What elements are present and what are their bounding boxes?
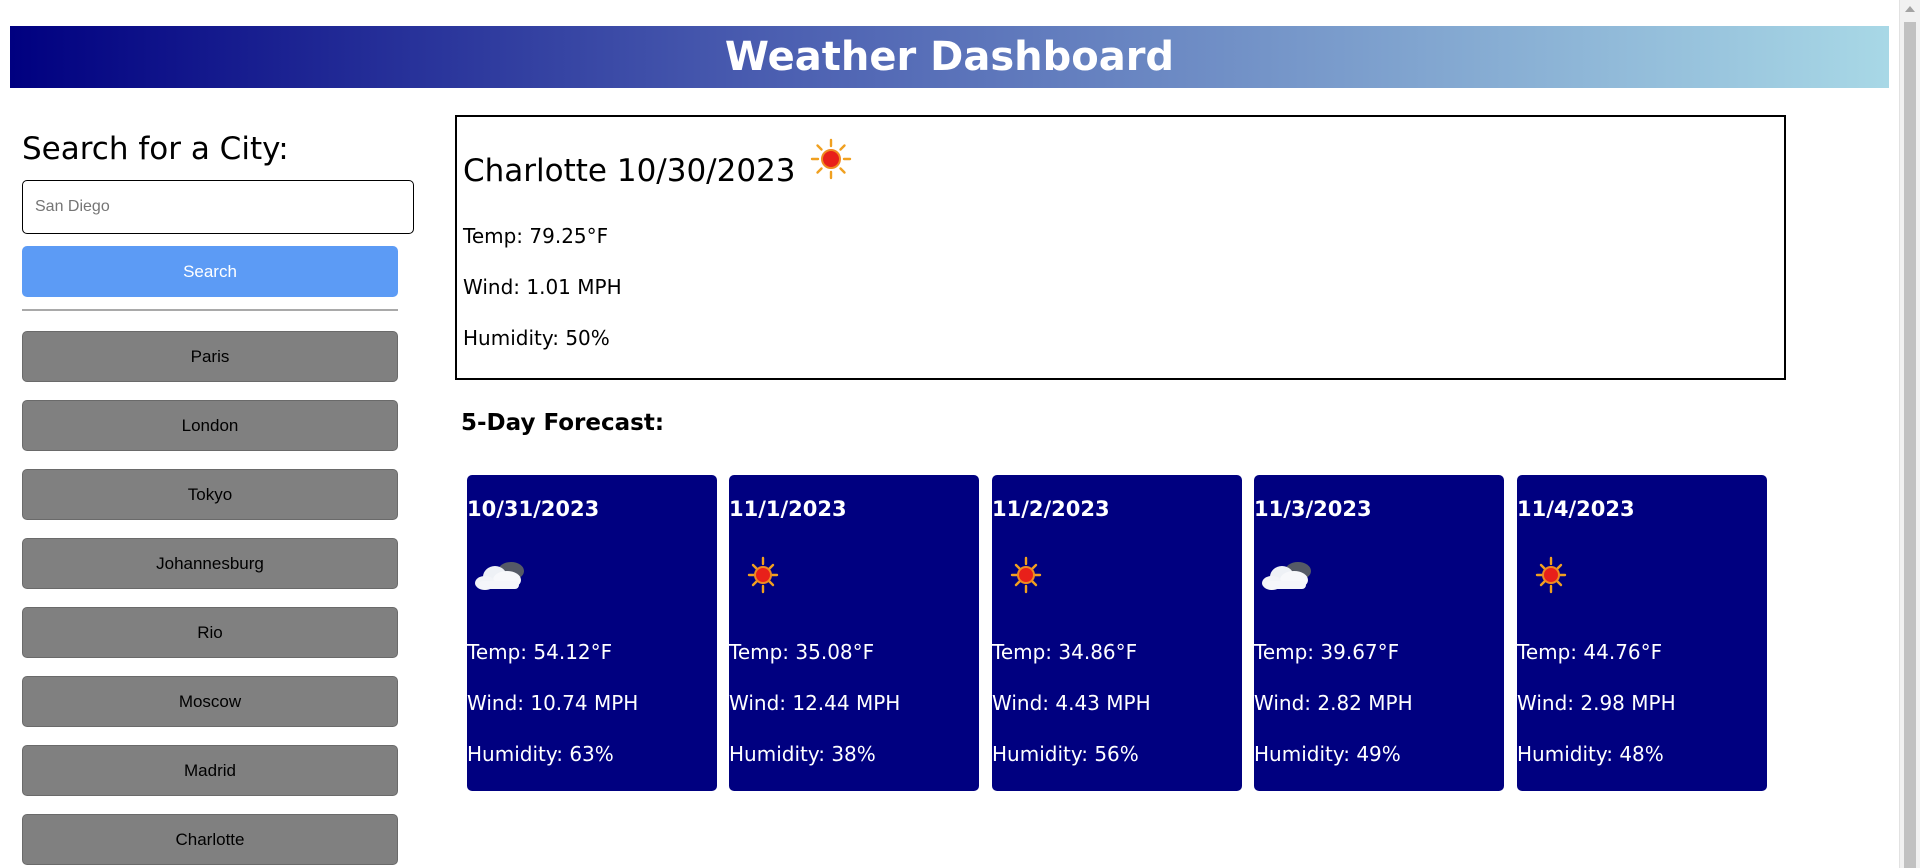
forecast-date: 10/31/2023 [467,497,600,521]
forecast-temp: Temp: 34.86°F [992,640,1138,664]
city-search-input[interactable] [22,180,414,234]
history-button-charlotte[interactable]: Charlotte [22,814,398,865]
history-button-rio[interactable]: Rio [22,607,398,658]
forecast-wind: Wind: 2.82 MPH [1254,691,1413,715]
scroll-up-arrow-icon[interactable] [1905,6,1915,12]
current-city-date: Charlotte 10/30/2023 [463,153,796,189]
forecast-card: 11/2/2023 Temp: 34.86°F Wind: 4.43 MPH H… [992,475,1242,791]
forecast-temp: Temp: 44.76°F [1517,640,1663,664]
forecast-date: 11/2/2023 [992,497,1110,521]
vertical-scrollbar[interactable] [1899,0,1920,868]
history-button-johannesburg[interactable]: Johannesburg [22,538,398,589]
forecast-date: 11/3/2023 [1254,497,1372,521]
forecast-wind: Wind: 4.43 MPH [992,691,1151,715]
search-heading: Search for a City: [22,131,289,167]
forecast-date: 11/1/2023 [729,497,847,521]
current-weather-card: Charlotte 10/30/2023 Temp: 79.25°F Wind:… [455,115,1786,380]
cloud-icon [475,562,524,590]
forecast-temp: Temp: 54.12°F [467,640,613,664]
history-button-paris[interactable]: Paris [22,331,398,382]
current-temp: Temp: 79.25°F [463,224,609,248]
forecast-wind: Wind: 2.98 MPH [1517,691,1676,715]
divider [22,309,398,311]
forecast-title: 5-Day Forecast: [461,410,665,436]
sun-icon [810,138,852,180]
forecast-card: 11/4/2023 Temp: 44.76°F Wind: 2.98 MPH H… [1517,475,1767,791]
history-button-tokyo[interactable]: Tokyo [22,469,398,520]
sun-icon [1535,556,1567,594]
scrollbar-thumb[interactable] [1904,22,1916,868]
current-wind: Wind: 1.01 MPH [463,275,622,299]
sun-icon [1010,556,1042,594]
forecast-temp: Temp: 35.08°F [729,640,875,664]
history-button-moscow[interactable]: Moscow [22,676,398,727]
forecast-card: 11/3/2023 Temp: 39.67°F Wind: 2.82 MPH H… [1254,475,1504,791]
weather-dashboard-page: Weather Dashboard Search for a City: Sea… [0,0,1920,868]
forecast-humidity: Humidity: 38% [729,742,876,766]
current-humidity: Humidity: 50% [463,326,610,350]
forecast-humidity: Humidity: 49% [1254,742,1401,766]
search-button[interactable]: Search [22,246,398,297]
forecast-wind: Wind: 12.44 MPH [729,691,901,715]
forecast-humidity: Humidity: 63% [467,742,614,766]
forecast-humidity: Humidity: 48% [1517,742,1664,766]
history-button-madrid[interactable]: Madrid [22,745,398,796]
forecast-date: 11/4/2023 [1517,497,1635,521]
sidebar: Search for a City: Search Paris London T… [22,125,416,865]
forecast-humidity: Humidity: 56% [992,742,1139,766]
forecast-card: 10/31/2023 Temp: 54.12°F Wind: 10.74 MPH… [467,475,717,791]
forecast-wind: Wind: 10.74 MPH [467,691,639,715]
header-banner: Weather Dashboard [10,26,1889,88]
history-button-london[interactable]: London [22,400,398,451]
cloud-icon [1262,562,1311,590]
forecast-temp: Temp: 39.67°F [1254,640,1400,664]
sun-icon [747,556,779,594]
page-title: Weather Dashboard [724,34,1175,80]
forecast-row: 10/31/2023 Temp: 54.12°F Wind: 10.74 MPH… [467,475,1787,791]
search-history-list: Paris London Tokyo Johannesburg Rio Mosc… [22,331,398,868]
forecast-card: 11/1/2023 Temp: 35.08°F Wind: 12.44 MPH … [729,475,979,791]
